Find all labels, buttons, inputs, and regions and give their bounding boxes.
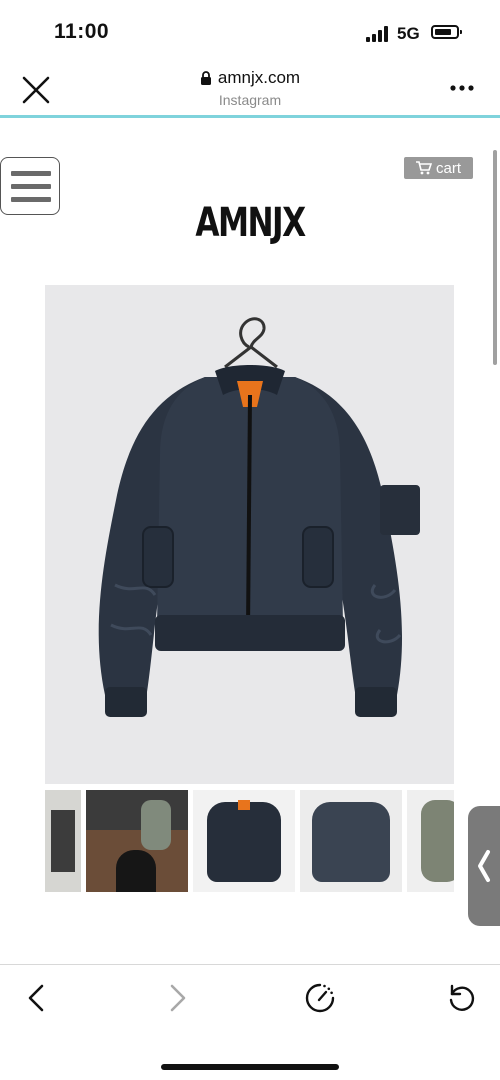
forward-button[interactable] xyxy=(160,980,196,1016)
thumbnail-strip xyxy=(45,790,454,892)
product-main-image[interactable] xyxy=(45,285,454,784)
battery-icon xyxy=(431,25,462,39)
source-label: Instagram xyxy=(218,92,282,108)
cart-label: cart xyxy=(435,159,461,177)
chevron-left-icon xyxy=(478,850,490,882)
back-button[interactable] xyxy=(18,980,54,1016)
close-icon xyxy=(22,76,50,104)
hamburger-menu-button[interactable] xyxy=(0,157,60,215)
menu-icon-bar xyxy=(11,184,51,189)
hamburger-menu-icon xyxy=(11,171,51,176)
progress-divider xyxy=(0,115,500,118)
lock-icon xyxy=(200,71,211,85)
shopping-cart-icon xyxy=(415,161,432,175)
site-logo[interactable]: AMNJX xyxy=(55,200,445,246)
menu-icon-bar xyxy=(11,197,51,202)
status-bar: 11:00 5G xyxy=(0,0,500,62)
thumbnail-image xyxy=(312,802,390,882)
more-button[interactable] xyxy=(448,78,476,98)
toolbar-divider xyxy=(0,964,500,965)
thumbnail-jacket-back[interactable] xyxy=(300,790,402,892)
address-bar[interactable]: amnjx.com Instagram xyxy=(150,68,350,108)
thumbnail-image xyxy=(141,800,171,850)
reload-button[interactable] xyxy=(444,980,480,1016)
status-time: 11:00 xyxy=(54,20,110,43)
side-panel-tab[interactable] xyxy=(468,806,500,926)
thumbnail-image xyxy=(421,800,454,882)
thumbnail-image xyxy=(238,800,250,810)
speedometer-icon xyxy=(305,983,335,1013)
thumbnail-jacket-green[interactable] xyxy=(407,790,454,892)
speed-button[interactable] xyxy=(302,980,338,1016)
forward-arrow-icon xyxy=(170,984,186,1012)
close-button[interactable] xyxy=(20,74,52,106)
bomber-jacket-illustration xyxy=(98,317,420,717)
signal-icon xyxy=(366,26,390,42)
scrollbar[interactable] xyxy=(493,150,497,365)
more-icon xyxy=(450,85,474,91)
thumbnail-image xyxy=(207,802,281,882)
thumbnail-image xyxy=(116,850,156,892)
network-type: 5G xyxy=(397,24,420,43)
thumbnail-jacket-front[interactable] xyxy=(193,790,295,892)
thumbnail-image xyxy=(51,810,75,872)
home-indicator[interactable] xyxy=(161,1064,339,1070)
reload-icon xyxy=(449,984,475,1011)
url-text: amnjx.com xyxy=(217,68,301,87)
browser-header: amnjx.com Instagram xyxy=(0,62,500,116)
thumbnail-image xyxy=(86,790,188,830)
back-arrow-icon xyxy=(28,984,44,1012)
thumbnail-room-interior[interactable] xyxy=(45,790,81,892)
cart-button[interactable]: cart xyxy=(404,157,473,179)
thumbnail-people-in-room[interactable] xyxy=(86,790,188,892)
